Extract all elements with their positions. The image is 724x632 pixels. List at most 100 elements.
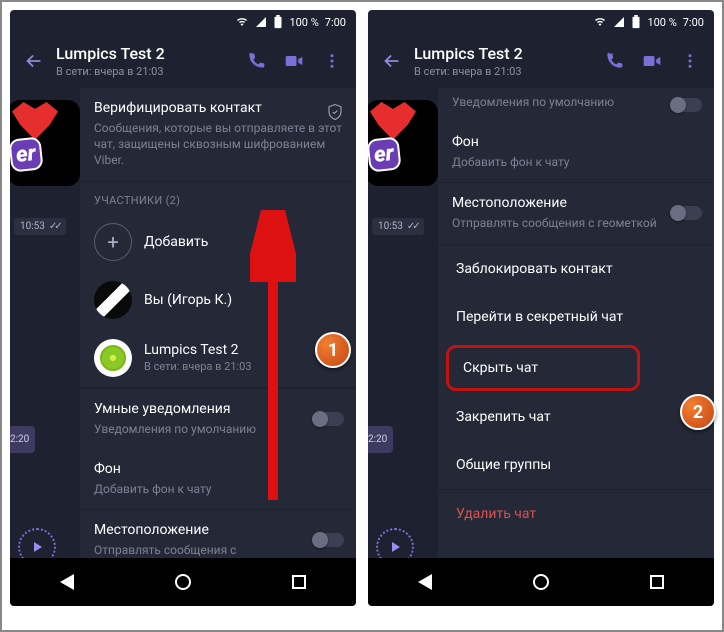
chat-title: Lumpics Test 2 <box>414 44 602 63</box>
row-title: Умные уведомления <box>94 401 306 417</box>
row-title: Местоположение <box>452 195 664 211</box>
nav-back-button[interactable] <box>60 574 74 590</box>
battery-icon <box>631 15 641 29</box>
row-sub: Уведомления по умолчанию <box>94 421 306 437</box>
chat-title: Lumpics Test 2 <box>56 44 244 63</box>
add-label: Добавить <box>144 234 208 250</box>
video-call-button[interactable] <box>282 51 306 71</box>
row-sub: Отправлять сообщения с <box>94 542 306 558</box>
phone-screen-right: 100 % 7:00 Lumpics Test 2 В сети: вчера … <box>368 10 714 606</box>
header-title-block[interactable]: Lumpics Test 2 В сети: вчера в 21:03 <box>412 44 602 78</box>
row-title: Фон <box>94 461 342 477</box>
background-row[interactable]: Фон Добавить фон к чату <box>80 449 356 510</box>
viber-sticker: er <box>10 100 80 186</box>
chat-background-strip: er 10:53✓✓ 2:20 <box>10 88 80 558</box>
nav-home-button[interactable] <box>175 574 191 590</box>
chat-info-panel: Верифицировать контакт Сообщения, которы… <box>80 88 356 558</box>
toggle-switch[interactable] <box>314 412 344 426</box>
more-button[interactable] <box>678 51 702 71</box>
common-groups-row[interactable]: Общие группы <box>438 441 714 489</box>
verify-contact-row[interactable]: Верифицировать контакт Сообщения, которы… <box>80 88 356 182</box>
status-bar: 100 % 7:00 <box>10 10 356 34</box>
back-button[interactable] <box>372 50 412 72</box>
phone-icon <box>246 51 266 71</box>
add-participant-row[interactable]: + Добавить <box>80 213 356 271</box>
android-nav-bar <box>368 558 714 606</box>
verify-title: Верифицировать контакт <box>94 100 342 116</box>
location-row[interactable]: Местоположение Отправлять сообщения с ге… <box>438 183 714 244</box>
nav-recents-button[interactable] <box>292 575 306 589</box>
voice-message-play[interactable] <box>18 528 56 558</box>
notifications-row[interactable]: Уведомления по умолчанию <box>438 88 714 122</box>
pin-chat-row[interactable]: Закрепить чат <box>438 393 714 441</box>
arrow-left-icon <box>381 50 403 72</box>
message-timestamp: 2:20 <box>10 426 35 453</box>
back-button[interactable] <box>14 50 54 72</box>
row-sub: Отправлять сообщения с геометкой <box>452 215 664 231</box>
participant-name: Lumpics Test 2 <box>144 342 252 358</box>
toggle-switch[interactable] <box>314 533 344 547</box>
participant-meta: В сети: вчера в 21:03 <box>144 360 252 373</box>
secret-chat-row[interactable]: Перейти в секретный чат <box>438 293 714 341</box>
app-header: Lumpics Test 2 В сети: вчера в 21:03 <box>10 34 356 88</box>
avatar <box>94 339 132 377</box>
block-contact-row[interactable]: Заблокировать контакт <box>438 245 714 293</box>
annotation-badge-2: 2 <box>680 394 716 430</box>
signal-icon <box>613 16 625 28</box>
avatar <box>94 281 132 319</box>
annotation-badge-1: 1 <box>315 332 351 368</box>
chat-subtitle: В сети: вчера в 21:03 <box>56 65 244 78</box>
nav-home-button[interactable] <box>533 574 549 590</box>
nav-back-button[interactable] <box>418 574 432 590</box>
message-timestamp: 2:20 <box>368 426 393 453</box>
background-row[interactable]: Фон Добавить фон к чату <box>438 122 714 183</box>
participant-contact-row[interactable]: Lumpics Test 2 В сети: вчера в 21:03 <box>80 329 356 388</box>
delete-chat-row[interactable]: Удалить чат <box>438 490 714 538</box>
clock: 7:00 <box>683 16 704 29</box>
video-icon <box>641 51 663 71</box>
header-title-block[interactable]: Lumpics Test 2 В сети: вчера в 21:03 <box>54 44 244 78</box>
toggle-switch[interactable] <box>672 206 702 220</box>
message-timestamp: 10:53✓✓ <box>14 218 66 235</box>
video-icon <box>283 51 305 71</box>
app-header: Lumpics Test 2 В сети: вчера в 21:03 <box>368 34 714 88</box>
toggle-switch[interactable] <box>672 98 702 112</box>
voice-call-button[interactable] <box>244 51 268 71</box>
arrow-left-icon <box>23 50 45 72</box>
row-sub: Уведомления по умолчанию <box>452 94 664 110</box>
row-sub: Добавить фон к чату <box>452 154 700 170</box>
verify-desc: Сообщения, которые вы отправляете в этот… <box>94 120 342 169</box>
row-title: Фон <box>452 134 700 150</box>
more-vertical-icon <box>681 51 699 71</box>
voice-call-button[interactable] <box>602 51 626 71</box>
plus-icon: + <box>94 223 132 261</box>
voice-message-play[interactable] <box>376 528 414 558</box>
more-button[interactable] <box>320 51 344 71</box>
participants-header: УЧАСТНИКИ (2) <box>80 182 356 213</box>
nav-recents-button[interactable] <box>650 575 664 589</box>
row-sub: Добавить фон к чату <box>94 481 342 497</box>
location-row[interactable]: Местоположение Отправлять сообщения с <box>80 510 356 558</box>
message-timestamp: 10:53✓✓ <box>372 218 424 235</box>
chat-background-strip: er 10:53✓✓ 2:20 <box>368 88 438 558</box>
hide-chat-row[interactable]: Скрыть чат <box>449 348 637 388</box>
chat-subtitle: В сети: вчера в 21:03 <box>414 65 602 78</box>
phone-icon <box>604 51 624 71</box>
status-bar: 100 % 7:00 <box>368 10 714 34</box>
smart-notifications-row[interactable]: Умные уведомления Уведомления по умолчан… <box>80 388 356 449</box>
more-vertical-icon <box>323 51 341 71</box>
battery-icon <box>273 15 283 29</box>
wifi-icon <box>235 16 249 28</box>
wifi-icon <box>593 16 607 28</box>
battery-percent: 100 % <box>289 16 318 29</box>
participant-you-row[interactable]: Вы (Игорь К.) <box>80 271 356 329</box>
video-call-button[interactable] <box>640 51 664 71</box>
battery-percent: 100 % <box>647 16 676 29</box>
viber-sticker: er <box>368 100 438 186</box>
android-nav-bar <box>10 558 356 606</box>
shield-icon <box>326 102 344 126</box>
hide-chat-highlight: Скрыть чат <box>446 345 640 391</box>
participant-name: Вы (Игорь К.) <box>144 292 232 308</box>
phone-screen-left: 100 % 7:00 Lumpics Test 2 В сети: вчера … <box>10 10 356 606</box>
clock: 7:00 <box>325 16 346 29</box>
